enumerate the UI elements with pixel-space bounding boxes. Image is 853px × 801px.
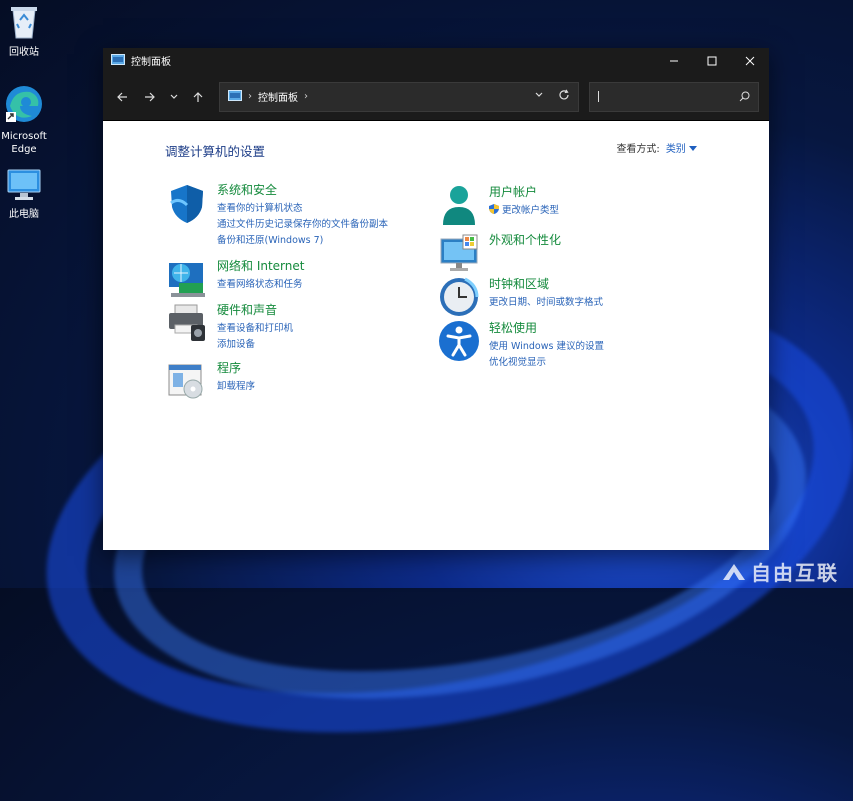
- maximize-button[interactable]: [693, 48, 731, 73]
- search-input[interactable]: [598, 91, 739, 102]
- search-box[interactable]: [589, 81, 759, 112]
- content-area: 调整计算机的设置 查看方式: 类别 系统和安全 查看你的计算机状态 通过文件历史…: [103, 121, 769, 550]
- uac-shield-icon: [489, 204, 499, 214]
- view-by-value: 类别: [665, 144, 686, 155]
- view-by-dropdown[interactable]: 类别: [666, 140, 697, 155]
- close-icon: [745, 56, 755, 65]
- edge-icon: [0, 84, 54, 128]
- breadcrumb-separator[interactable]: ›: [304, 91, 308, 102]
- category-title[interactable]: 轻松使用: [489, 319, 604, 336]
- page-heading: 调整计算机的设置: [165, 144, 266, 159]
- control-panel-icon: [111, 53, 125, 68]
- category-link[interactable]: 备份和还原(Windows 7): [217, 233, 388, 249]
- control-panel-icon: [228, 89, 242, 104]
- category-title[interactable]: 程序: [217, 359, 255, 376]
- category-title[interactable]: 系统和安全: [217, 181, 388, 198]
- arrow-up-icon: [193, 91, 203, 102]
- category-appearance: 外观和个性化: [437, 231, 561, 275]
- title-bar[interactable]: 控制面板: [103, 48, 769, 73]
- category-link[interactable]: 通过文件历史记录保存你的文件备份副本: [217, 217, 388, 233]
- category-link[interactable]: 查看你的计算机状态: [217, 201, 388, 217]
- address-bar[interactable]: › 控制面板 ›: [219, 81, 579, 112]
- minimize-icon: [670, 60, 678, 61]
- category-programs: 程序 卸载程序: [165, 359, 255, 403]
- category-ease-of-access: 轻松使用 使用 Windows 建议的设置 优化视觉显示: [437, 319, 604, 371]
- category-link[interactable]: 更改日期、时间或数字格式: [489, 295, 603, 311]
- category-title[interactable]: 硬件和声音: [217, 301, 293, 318]
- breadcrumb-separator: ›: [248, 91, 252, 102]
- up-button[interactable]: [185, 84, 211, 110]
- category-user-accounts: 用户帐户 更改帐户类型: [437, 183, 559, 227]
- category-link[interactable]: 添加设备: [217, 337, 293, 353]
- computer-icon: [0, 168, 54, 206]
- network-icon[interactable]: [165, 257, 209, 301]
- desktop-icon-edge[interactable]: Microsoft Edge: [0, 84, 54, 156]
- accessibility-icon[interactable]: [437, 319, 481, 363]
- window-title: 控制面板: [131, 57, 171, 68]
- category-title[interactable]: 用户帐户: [489, 183, 559, 200]
- refresh-button[interactable]: [558, 89, 570, 104]
- desktop-icon-label: 此电脑: [9, 209, 39, 220]
- breadcrumb-item[interactable]: 控制面板: [258, 89, 298, 104]
- arrow-right-icon: [145, 92, 155, 101]
- close-button[interactable]: [731, 48, 769, 73]
- desktop-icon-this-pc[interactable]: 此电脑: [0, 168, 54, 221]
- category-title[interactable]: 时钟和区域: [489, 275, 603, 292]
- recent-locations-button[interactable]: [165, 84, 183, 110]
- forward-button[interactable]: [137, 84, 163, 110]
- chevron-down-icon: [170, 94, 178, 99]
- category-clock-region: 时钟和区域 更改日期、时间或数字格式: [437, 275, 603, 319]
- refresh-icon: [559, 89, 569, 100]
- appearance-icon[interactable]: [437, 231, 481, 275]
- shield-icon[interactable]: [165, 181, 209, 225]
- desktop-icon-label: 回收站: [9, 47, 39, 58]
- clock-icon[interactable]: [437, 275, 481, 319]
- desktop-icon-recycle-bin[interactable]: 回收站: [0, 2, 54, 59]
- chevron-down-icon: [535, 92, 543, 97]
- category-hardware-sound: 硬件和声音 查看设备和打印机 添加设备: [165, 301, 293, 353]
- category-link[interactable]: 使用 Windows 建议的设置: [489, 339, 604, 355]
- desktop-icon-label: Microsoft Edge: [1, 131, 47, 155]
- control-panel-window: 控制面板 › 控制面板 › 调整计算机的设置 查看方式: 类别 系统和安全 查看…: [103, 48, 769, 550]
- arrow-left-icon: [117, 92, 127, 101]
- caret-down-icon: [689, 146, 697, 151]
- category-link-text: 更改帐户类型: [502, 205, 560, 216]
- watermark-text: 自由互联: [751, 561, 839, 585]
- watermark-logo-icon: [723, 563, 745, 580]
- search-icon[interactable]: [739, 87, 750, 106]
- category-title[interactable]: 网络和 Internet: [217, 257, 304, 274]
- minimize-button[interactable]: [655, 48, 693, 73]
- category-link[interactable]: 卸载程序: [217, 379, 255, 395]
- back-button[interactable]: [109, 84, 135, 110]
- programs-icon[interactable]: [165, 359, 209, 403]
- view-by: 查看方式: 类别: [616, 140, 697, 155]
- view-by-label: 查看方式:: [616, 144, 660, 155]
- watermark: 自由互联: [721, 557, 839, 586]
- category-title[interactable]: 外观和个性化: [489, 231, 561, 248]
- navigation-bar: › 控制面板 ›: [103, 73, 769, 121]
- category-link[interactable]: 优化视觉显示: [489, 355, 604, 371]
- printer-icon[interactable]: [165, 301, 209, 345]
- category-link[interactable]: 更改帐户类型: [489, 203, 559, 219]
- recycle-bin-icon: [0, 2, 54, 44]
- category-system-security: 系统和安全 查看你的计算机状态 通过文件历史记录保存你的文件备份副本 备份和还原…: [165, 181, 388, 249]
- category-link[interactable]: 查看设备和打印机: [217, 321, 293, 337]
- maximize-icon: [707, 56, 717, 65]
- user-icon[interactable]: [437, 183, 481, 227]
- category-link[interactable]: 查看网络状态和任务: [217, 277, 304, 293]
- address-history-button[interactable]: [534, 90, 544, 103]
- category-network-internet: 网络和 Internet 查看网络状态和任务: [165, 257, 304, 301]
